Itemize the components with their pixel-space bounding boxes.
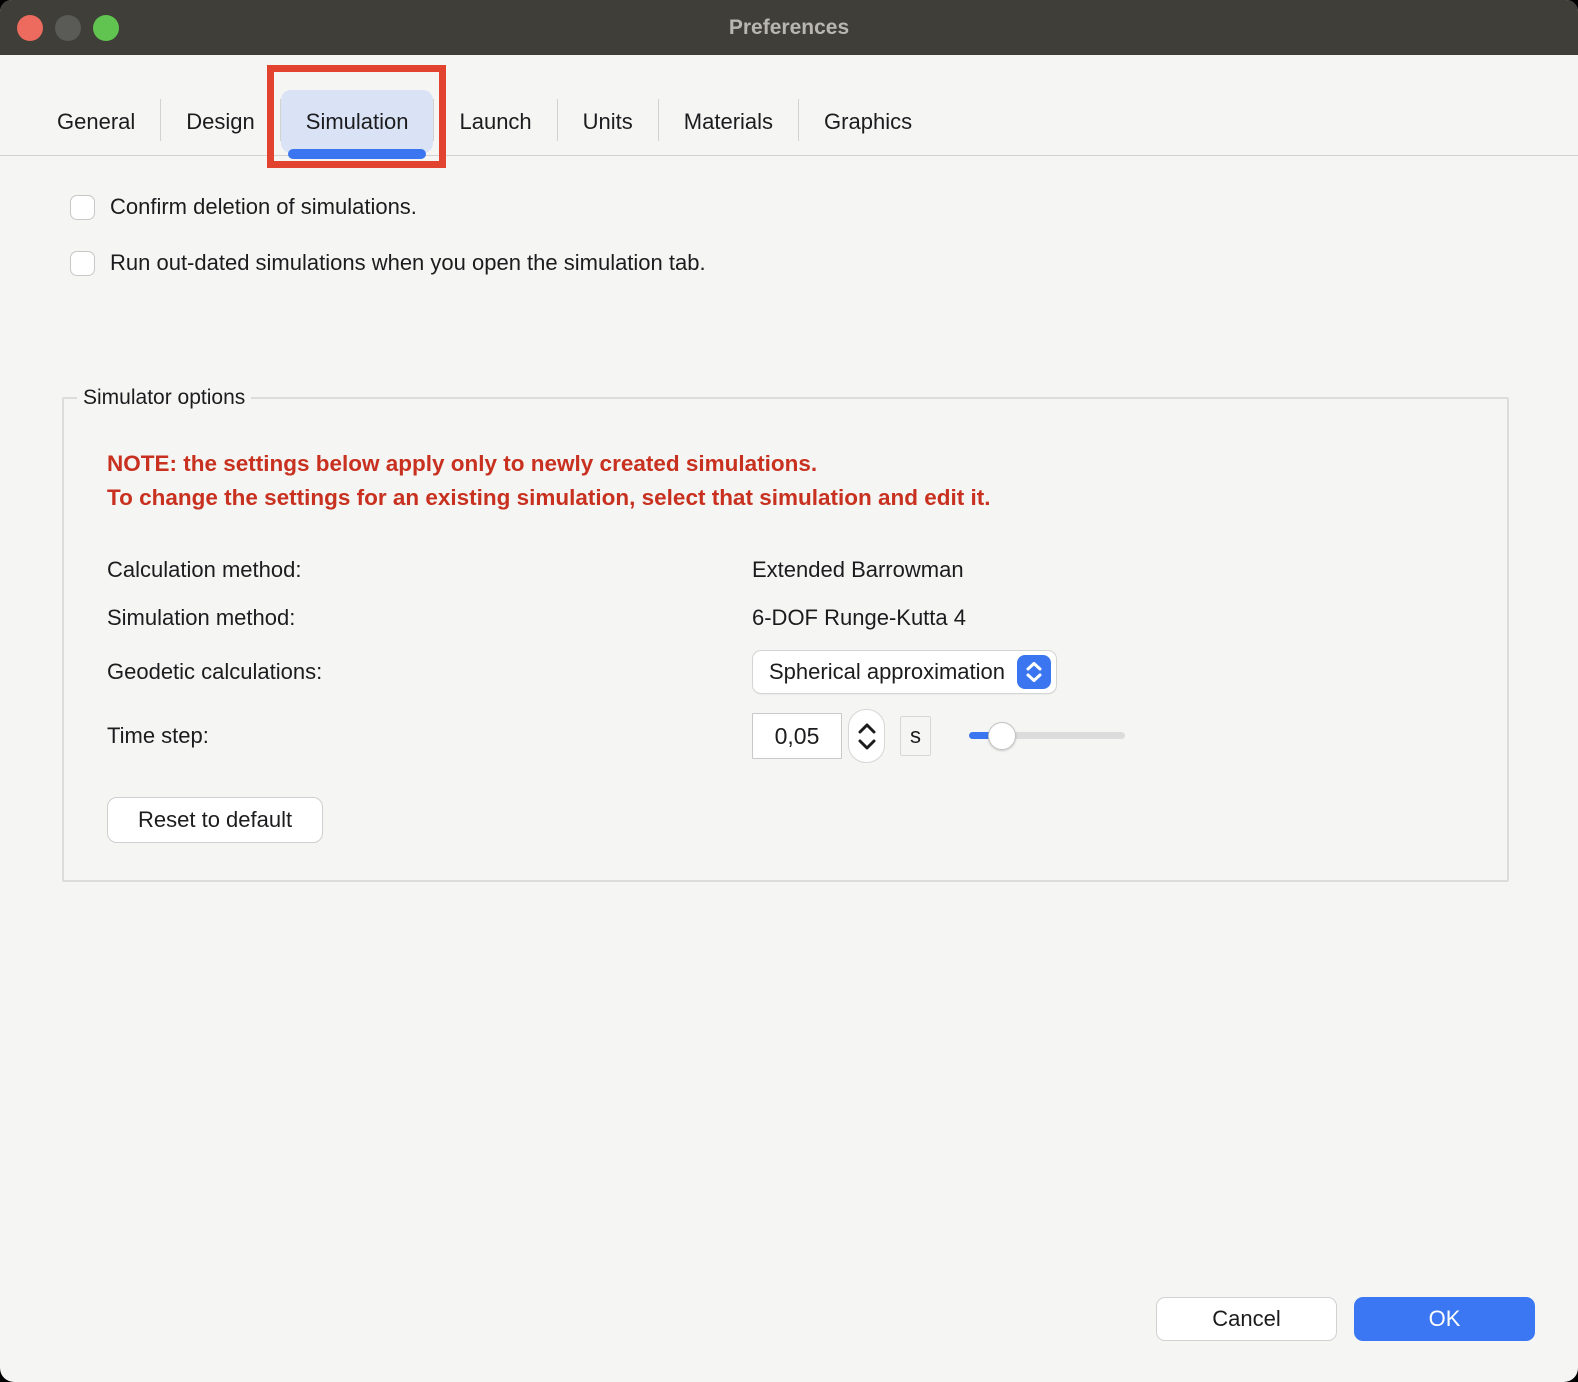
calculation-method-value: Extended Barrowman <box>752 557 964 583</box>
confirm-deletion-checkbox[interactable] <box>70 195 95 220</box>
geodetic-label: Geodetic calculations: <box>107 659 752 685</box>
simulator-options-group: Simulator options NOTE: the settings bel… <box>62 397 1509 882</box>
geodetic-row: Geodetic calculations: Spherical approxi… <box>107 649 1507 695</box>
ok-button[interactable]: OK <box>1354 1297 1535 1341</box>
tab-general[interactable]: General <box>32 90 160 153</box>
chevron-up-down-icon <box>1017 655 1051 689</box>
note-line-2: To change the settings for an existing s… <box>107 481 1507 515</box>
tab-units[interactable]: Units <box>558 90 658 153</box>
selected-tab-underline <box>288 149 427 159</box>
tab-design[interactable]: Design <box>161 90 279 153</box>
time-step-slider[interactable] <box>969 722 1125 750</box>
tab-simulation[interactable]: Simulation <box>281 90 434 153</box>
note-text: NOTE: the settings below apply only to n… <box>107 447 1507 515</box>
time-step-label: Time step: <box>107 723 752 749</box>
tab-materials[interactable]: Materials <box>659 90 798 153</box>
simulation-method-value: 6-DOF Runge-Kutta 4 <box>752 605 966 631</box>
time-step-stepper[interactable] <box>848 709 885 763</box>
time-step-row: Time step: s <box>107 709 1507 763</box>
time-step-unit: s <box>900 716 931 756</box>
chevron-down-icon <box>858 739 876 750</box>
group-title: Simulator options <box>77 386 251 410</box>
confirm-deletion-label: Confirm deletion of simulations. <box>110 194 417 220</box>
geodetic-dropdown[interactable]: Spherical approximation <box>752 650 1057 694</box>
calculation-method-row: Calculation method: Extended Barrowman <box>107 555 1507 585</box>
simulation-method-row: Simulation method: 6-DOF Runge-Kutta 4 <box>107 603 1507 633</box>
time-step-input[interactable] <box>752 713 842 759</box>
run-outdated-checkbox[interactable] <box>70 251 95 276</box>
cancel-button[interactable]: Cancel <box>1156 1297 1337 1341</box>
traffic-lights <box>17 15 119 41</box>
simulation-method-label: Simulation method: <box>107 605 752 631</box>
confirm-deletion-row: Confirm deletion of simulations. <box>70 194 1578 220</box>
run-outdated-row: Run out-dated simulations when you open … <box>70 250 1578 276</box>
tab-graphics[interactable]: Graphics <box>799 90 937 153</box>
tab-bar: General Design Simulation Launch Units M… <box>0 55 1578 156</box>
run-outdated-label: Run out-dated simulations when you open … <box>110 250 706 276</box>
tab-launch[interactable]: Launch <box>434 90 556 153</box>
footer-buttons: Cancel OK <box>1156 1297 1535 1341</box>
note-line-1: NOTE: the settings below apply only to n… <box>107 447 1507 481</box>
zoom-icon[interactable] <box>93 15 119 41</box>
slider-thumb[interactable] <box>988 722 1016 750</box>
calculation-method-label: Calculation method: <box>107 557 752 583</box>
window-title: Preferences <box>729 16 849 40</box>
chevron-up-icon <box>858 723 876 734</box>
title-bar: Preferences <box>0 0 1578 55</box>
tab-simulation-label: Simulation <box>306 109 409 134</box>
reset-to-default-button[interactable]: Reset to default <box>107 797 323 843</box>
close-icon[interactable] <box>17 15 43 41</box>
geodetic-dropdown-value: Spherical approximation <box>769 659 1005 685</box>
minimize-icon[interactable] <box>55 15 81 41</box>
preferences-window: Preferences General Design Simulation La… <box>0 0 1578 1382</box>
